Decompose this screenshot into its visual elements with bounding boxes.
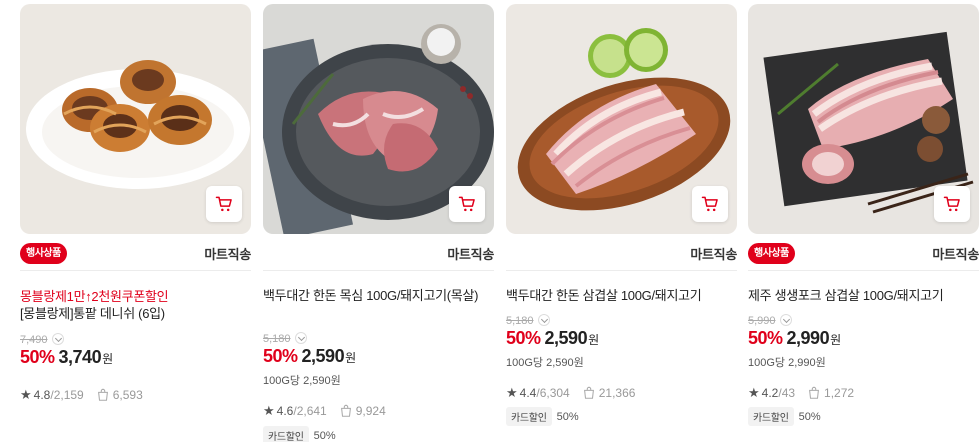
purchase-count: 9,924: [355, 404, 386, 418]
shopping-bag-icon: [583, 386, 594, 399]
purchase-count: 6,593: [112, 388, 143, 402]
meta-row: 마트직송: [263, 242, 494, 264]
sale-price: 2,990: [786, 328, 830, 348]
product-image[interactable]: [506, 4, 737, 234]
cart-icon: [215, 196, 232, 212]
product-card[interactable]: 행사상품 마트직송 제주 생생포크 삼겹살 100G/돼지고기 5,990 50…: [748, 0, 979, 442]
sale-price: 2,590: [301, 346, 345, 366]
promo-text: 몽블랑제1만↑2천원쿠폰할인: [20, 289, 169, 304]
unit-price: 100G당 2,590원: [506, 357, 584, 369]
shipping-label: 마트직송: [932, 247, 979, 262]
product-image[interactable]: [20, 4, 251, 234]
review-count[interactable]: 2,159: [54, 388, 84, 402]
rating-score: 4.4: [519, 386, 537, 400]
product-image[interactable]: [263, 4, 494, 234]
currency-label: 원: [830, 333, 842, 347]
discount-rate: 50%: [20, 347, 55, 367]
star-icon: ★: [748, 385, 760, 400]
currency-label: 원: [588, 333, 600, 347]
chevron-down-icon[interactable]: [537, 314, 550, 326]
chevron-down-icon[interactable]: [51, 333, 64, 345]
divider: [748, 270, 979, 271]
shopping-bag-icon: [340, 404, 351, 417]
shopping-bag-icon: [809, 386, 820, 399]
price-row: 50% 3,740원: [20, 347, 113, 368]
chevron-down-icon[interactable]: [779, 314, 792, 326]
review-count[interactable]: 2,641: [297, 404, 327, 418]
rating-score: 4.6: [276, 404, 294, 418]
discount-rate: 50%: [506, 328, 541, 348]
star-icon: ★: [263, 403, 275, 418]
meta-row: 마트직송: [506, 242, 737, 264]
chevron-down-icon[interactable]: [294, 332, 307, 344]
shipping-label: 마트직송: [447, 247, 494, 262]
card-discount-rate: 50%: [556, 410, 579, 423]
cart-icon: [701, 196, 718, 212]
card-discount-chip: 카드할인: [506, 407, 552, 426]
original-price: 5,180: [263, 332, 307, 345]
discount-rate: 50%: [748, 328, 783, 348]
card-discount-rate: 50%: [798, 410, 821, 423]
sale-price: 3,740: [58, 347, 102, 367]
card-discount-row: 카드할인 50%: [263, 426, 336, 442]
card-discount-row: 카드할인 50%: [506, 407, 579, 426]
rating-score: 4.8: [33, 388, 51, 402]
add-to-cart-button[interactable]: [934, 186, 970, 222]
meta-row: 행사상품 마트직송: [20, 242, 251, 264]
stats-row: ★ 4.4/6,304 21,366: [506, 385, 636, 400]
unit-price: 100G당 2,590원: [263, 375, 341, 387]
product-card[interactable]: 마트직송 백두대간 한돈 삼겹살 100G/돼지고기 5,180 50% 2,59…: [506, 0, 737, 442]
divider: [263, 270, 494, 271]
event-badge: 행사상품: [748, 243, 795, 264]
product-title[interactable]: 제주 생생포크 삼겹살 100G/돼지고기: [748, 286, 974, 305]
add-to-cart-button[interactable]: [449, 186, 485, 222]
stats-row: ★ 4.8/2,159 6,593: [20, 387, 143, 402]
price-row: 50% 2,590원: [506, 328, 599, 349]
event-badge: 행사상품: [20, 243, 67, 264]
shipping-label: 마트직송: [204, 247, 251, 262]
product-card[interactable]: 행사상품 마트직송 몽블랑제1만↑2천원쿠폰할인 [몽블랑제]통팥 데니쉬 (6…: [20, 0, 251, 442]
product-grid: 행사상품 마트직송 몽블랑제1만↑2천원쿠폰할인 [몽블랑제]통팥 데니쉬 (6…: [0, 0, 979, 442]
product-title[interactable]: [몽블랑제]통팥 데니쉬 (6입): [20, 304, 246, 323]
shopping-bag-icon: [97, 388, 108, 401]
product-title[interactable]: 백두대간 한돈 목심 100G/돼지고기(목살): [263, 286, 489, 305]
card-discount-chip: 카드할인: [263, 426, 309, 442]
card-discount-rate: 50%: [313, 429, 336, 442]
card-discount-chip: 카드할인: [748, 407, 794, 426]
card-discount-row: 카드할인 50%: [748, 407, 821, 426]
currency-label: 원: [345, 351, 357, 365]
stats-row: ★ 4.6/2,641 9,924: [263, 403, 386, 418]
product-title[interactable]: 백두대간 한돈 삼겹살 100G/돼지고기: [506, 286, 732, 305]
cart-icon: [943, 196, 960, 212]
review-count[interactable]: 6,304: [540, 386, 570, 400]
product-image[interactable]: [748, 4, 979, 234]
review-count[interactable]: 43: [782, 386, 795, 400]
divider: [20, 270, 251, 271]
shipping-label: 마트직송: [690, 247, 737, 262]
unit-price: 100G당 2,990원: [748, 357, 826, 369]
original-price: 5,180: [506, 314, 550, 327]
add-to-cart-button[interactable]: [692, 186, 728, 222]
meta-row: 행사상품 마트직송: [748, 242, 979, 264]
purchase-count: 1,272: [824, 386, 855, 400]
star-icon: ★: [506, 385, 518, 400]
add-to-cart-button[interactable]: [206, 186, 242, 222]
star-icon: ★: [20, 387, 32, 402]
cart-icon: [458, 196, 475, 212]
original-price: 7,490: [20, 333, 64, 346]
rating-score: 4.2: [761, 386, 779, 400]
sale-price: 2,590: [544, 328, 588, 348]
price-row: 50% 2,590원: [263, 346, 356, 367]
divider: [506, 270, 737, 271]
stats-row: ★ 4.2/43 1,272: [748, 385, 855, 400]
purchase-count: 21,366: [598, 386, 636, 400]
discount-rate: 50%: [263, 346, 298, 366]
price-row: 50% 2,990원: [748, 328, 841, 349]
currency-label: 원: [102, 352, 114, 366]
original-price: 5,990: [748, 314, 792, 327]
product-card[interactable]: 마트직송 백두대간 한돈 목심 100G/돼지고기(목살) 5,180 50% 2…: [263, 0, 494, 442]
